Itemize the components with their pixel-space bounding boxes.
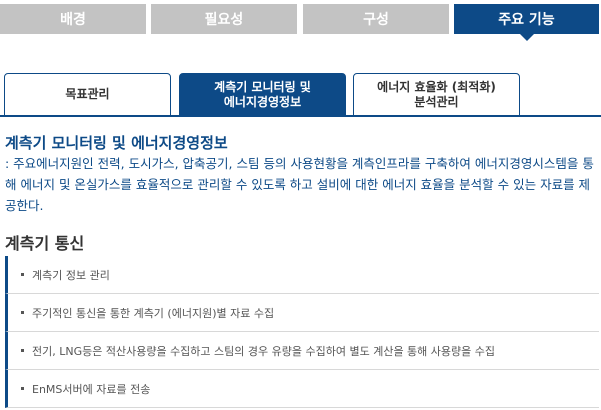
- subtab-efficiency-analysis[interactable]: 에너지 효율화 (최적화) 분석관리: [353, 73, 520, 116]
- list-item-text: 계측기 정보 관리: [32, 268, 110, 282]
- subsection-title: 계측기 통신: [5, 234, 85, 253]
- bullet-icon: [21, 387, 24, 390]
- subtab-label: 목표관리: [65, 87, 110, 101]
- tab-background[interactable]: 배경: [0, 4, 146, 34]
- feature-list: 계측기 정보 관리 주기적인 통신을 통한 계측기 (에너지원)별 자료 수집 …: [5, 256, 599, 408]
- tab-label: 주요 기능: [498, 12, 555, 28]
- subtab-label: 계측기 모니터링 및 에너지경영정보: [214, 79, 311, 109]
- list-item: 계측기 정보 관리: [5, 256, 599, 294]
- bullet-icon: [21, 349, 24, 352]
- subtab-meter-monitoring[interactable]: 계측기 모니터링 및 에너지경영정보: [179, 73, 346, 116]
- list-item-text: 전기, LNG등은 적산사용량을 수집하고 스팀의 경우 유량을 수집하여 별도…: [32, 344, 496, 358]
- subtab-goal-management[interactable]: 목표관리: [4, 73, 171, 116]
- section-description: : 주요에너지원인 전력, 도시가스, 압축공기, 스팀 등의 사용현황을 계측…: [5, 156, 594, 213]
- top-tab-bar: 배경 필요성 구성 주요 기능: [0, 0, 601, 41]
- tab-necessity[interactable]: 필요성: [151, 4, 297, 34]
- tab-label: 배경: [60, 12, 86, 28]
- subtab-underline: [0, 115, 601, 117]
- subtab-label: 에너지 효율화 (최적화) 분석관리: [377, 79, 496, 109]
- section-title: 계측기 모니터링 및 에너지경영정보: [5, 134, 228, 152]
- list-item-text: 주기적인 통신을 통한 계측기 (에너지원)별 자료 수집: [32, 306, 275, 320]
- list-item: 전기, LNG등은 적산사용량을 수집하고 스팀의 경우 유량을 수집하여 별도…: [5, 332, 599, 370]
- tab-label: 필요성: [204, 12, 244, 28]
- tab-composition[interactable]: 구성: [303, 4, 449, 34]
- tab-main-features[interactable]: 주요 기능: [454, 4, 599, 41]
- list-item: EnMS서버에 자료를 전송: [5, 370, 599, 408]
- tab-label: 구성: [363, 12, 389, 28]
- list-item-text: EnMS서버에 자료를 전송: [32, 382, 151, 396]
- bullet-icon: [21, 311, 24, 314]
- bullet-icon: [21, 273, 24, 276]
- list-item: 주기적인 통신을 통한 계측기 (에너지원)별 자료 수집: [5, 294, 599, 332]
